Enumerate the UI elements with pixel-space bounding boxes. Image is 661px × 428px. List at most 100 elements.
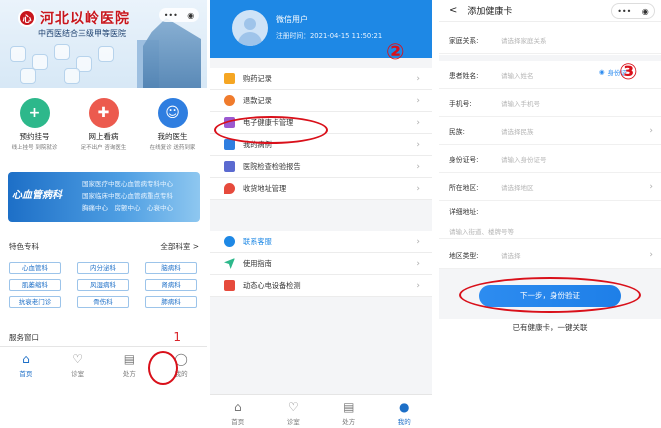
quick-item-title: 预约挂号 xyxy=(19,132,50,141)
region-type-select[interactable]: 请选择 xyxy=(501,250,521,260)
step-annotation-1: 1 xyxy=(173,330,181,344)
hospital-name: 河北以岭医院 xyxy=(40,11,130,27)
field-label: 民族: xyxy=(449,127,465,136)
tab-prescription[interactable]: ▤ 处方 xyxy=(326,395,372,428)
guide-icon xyxy=(224,258,235,269)
department-chip[interactable]: 抗衰老门诊 xyxy=(9,296,61,308)
id-number-input[interactable]: 请输入身份证号 xyxy=(501,154,547,164)
hospital-logo: 心 河北以岭医院 xyxy=(18,8,130,28)
tab-prescription[interactable]: ▤ 处方 xyxy=(106,347,152,386)
department-chip[interactable]: 脑病科 xyxy=(145,262,197,274)
name-input[interactable]: 请输入姓名 xyxy=(501,70,534,80)
menu-item-label: 收货地址管理 xyxy=(243,183,287,193)
field-ethnicity[interactable]: 民族: 请选择民族 › xyxy=(439,117,661,145)
back-icon[interactable]: < xyxy=(449,5,457,16)
quick-item-desc: 在线复诊 送药到家 xyxy=(149,145,196,151)
menu-item-refund-records[interactable]: 退款记录 › xyxy=(210,90,432,112)
home-screen: 心 河北以岭医院 中西医结合三级甲等医院 ••• ◉ + 预约挂号 线上挂号 到… xyxy=(0,0,207,428)
menu-item-guide[interactable]: 使用指南 › xyxy=(210,253,432,275)
field-family-relation[interactable]: 家庭关系: 请选择家庭关系 xyxy=(439,26,661,54)
report-icon xyxy=(224,161,235,172)
tab-label: 我的 xyxy=(397,418,411,426)
chevron-right-icon: › xyxy=(649,181,653,192)
link-existing-card[interactable]: 已有健康卡，一键关联 xyxy=(439,322,661,333)
quick-item-appointment[interactable]: + 预约挂号 线上挂号 到院就诊 xyxy=(5,98,65,151)
close-icon[interactable]: ◉ xyxy=(187,11,194,20)
page-title: 添加健康卡 xyxy=(467,7,513,17)
user-icon: ● xyxy=(399,400,410,414)
field-address[interactable]: 详细地址: 请输入街道、楼牌号等 xyxy=(439,201,661,239)
menu-item-label: 医院检查检验报告 xyxy=(243,161,301,171)
field-label: 地区类型: xyxy=(449,251,479,260)
hospital-header: 心 河北以岭医院 中西医结合三级甲等医院 ••• ◉ xyxy=(0,0,207,88)
tab-label: 首页 xyxy=(19,370,33,378)
ethnicity-select[interactable]: 请选择民族 xyxy=(501,126,534,136)
department-grid: 心血管科 内分泌科 脑病科 肌萎缩科 风湿病科 肾病科 抗衰老门诊 骨伤科 肺病… xyxy=(9,262,197,308)
department-chip[interactable]: 内分泌科 xyxy=(77,262,129,274)
more-icon[interactable]: ••• xyxy=(617,7,631,16)
add-health-card-screen: < 添加健康卡 ••• ◉ 家庭关系: 请选择家庭关系 患者姓名: 请输入姓名 … xyxy=(439,0,661,428)
more-icon[interactable]: ••• xyxy=(164,11,178,20)
bottom-tabbar: ⌂ 首页 ♡ 诊室 ▤ 处方 ● 我的 xyxy=(210,394,432,428)
tab-clinic[interactable]: ♡ 诊室 xyxy=(55,347,101,386)
department-chip[interactable]: 肾病科 xyxy=(145,279,197,291)
chevron-right-icon: › xyxy=(416,117,420,128)
quick-item-desc: 线上挂号 到院就诊 xyxy=(11,145,58,151)
department-chip[interactable]: 风湿病科 xyxy=(77,279,129,291)
field-label: 手机号: xyxy=(449,99,472,108)
region-select[interactable]: 请选择地区 xyxy=(501,182,534,192)
user-name: 微信用户 xyxy=(276,15,308,24)
banner-title: 心血管病科 xyxy=(12,190,62,201)
field-region-type[interactable]: 地区类型: 请选择 › xyxy=(439,241,661,269)
all-departments-link[interactable]: 全部科室 > xyxy=(160,241,199,252)
cardiology-banner[interactable]: 心血管病科 国家医疗中医心血管病专科中心 国家临床中医心血管病重点专科 胸痛中心… xyxy=(8,172,200,222)
quick-item-online-consult[interactable]: ✚ 网上看病 足不出户 咨询医生 xyxy=(74,98,134,151)
tab-mine[interactable]: ● 我的 xyxy=(381,395,427,428)
chevron-right-icon: › xyxy=(416,95,420,106)
chevron-right-icon: › xyxy=(416,258,420,269)
hospital-subtitle: 中西医结合三级甲等医院 xyxy=(38,29,126,38)
department-chip[interactable]: 肌萎缩科 xyxy=(9,279,61,291)
menu-item-label: 使用指南 xyxy=(243,258,272,268)
avatar[interactable] xyxy=(232,10,268,46)
menu-item-label: 退款记录 xyxy=(243,95,272,105)
field-label: 家庭关系: xyxy=(449,36,479,45)
field-phone[interactable]: 手机号: 请输入手机号 xyxy=(439,89,661,117)
field-placeholder: 请选择家庭关系 xyxy=(501,36,547,45)
phone-input[interactable]: 请输入手机号 xyxy=(501,98,540,108)
menu-item-label: 动态心电设备检测 xyxy=(243,280,301,290)
menu-item-customer-service[interactable]: 联系客服 › xyxy=(210,231,432,253)
field-label: 身份证号: xyxy=(449,155,479,164)
quick-item-my-doctor[interactable]: ☺ 我的医生 在线复诊 送药到家 xyxy=(143,98,203,151)
menu-item-address[interactable]: 收货地址管理 › xyxy=(210,178,432,200)
doctor-icon: ☺ xyxy=(157,98,188,128)
address-input[interactable]: 请输入街道、楼牌号等 xyxy=(449,226,514,236)
department-chip[interactable]: 骨伤科 xyxy=(77,296,129,308)
banner-lines: 国家医疗中医心血管病专科中心 国家临床中医心血管病重点专科 胸痛中心 房颤中心 … xyxy=(82,180,173,212)
department-chip[interactable]: 肺病科 xyxy=(145,296,197,308)
tab-label: 首页 xyxy=(231,418,245,426)
field-id-number[interactable]: 身份证号: 请输入身份证号 xyxy=(439,145,661,173)
field-label: 患者姓名: xyxy=(449,71,479,80)
camera-icon: ◉ xyxy=(598,68,605,76)
step-annotation-2: ② xyxy=(386,40,405,65)
tab-home[interactable]: ⌂ 首页 xyxy=(3,347,49,386)
stethoscope-icon: ♡ xyxy=(287,400,299,414)
tab-clinic[interactable]: ♡ 诊室 xyxy=(270,395,316,428)
department-chip[interactable]: 心血管科 xyxy=(9,262,61,274)
stethoscope-icon: ♡ xyxy=(72,352,83,366)
menu-item-ecg[interactable]: 动态心电设备检测 › xyxy=(210,275,432,297)
menu-item-reports[interactable]: 医院检查检验报告 › xyxy=(210,156,432,178)
prescription-icon: ▤ xyxy=(343,400,355,414)
cart-icon xyxy=(224,73,235,84)
tab-label: 处方 xyxy=(342,418,356,426)
home-icon: ⌂ xyxy=(22,352,30,366)
calendar-icon: + xyxy=(19,98,50,128)
profile-menu-group-2: 联系客服 › 使用指南 › 动态心电设备检测 › xyxy=(210,231,432,297)
quick-actions: + 预约挂号 线上挂号 到院就诊 ✚ 网上看病 足不出户 咨询医生 ☺ 我的医生… xyxy=(0,98,207,151)
field-region[interactable]: 所在地区: 请选择地区 › xyxy=(439,173,661,201)
miniapp-capsule: ••• ◉ xyxy=(159,8,199,22)
tab-home[interactable]: ⌂ 首页 xyxy=(215,395,261,428)
menu-item-purchase-records[interactable]: 购药记录 › xyxy=(210,68,432,90)
close-icon[interactable]: ◉ xyxy=(642,7,649,16)
